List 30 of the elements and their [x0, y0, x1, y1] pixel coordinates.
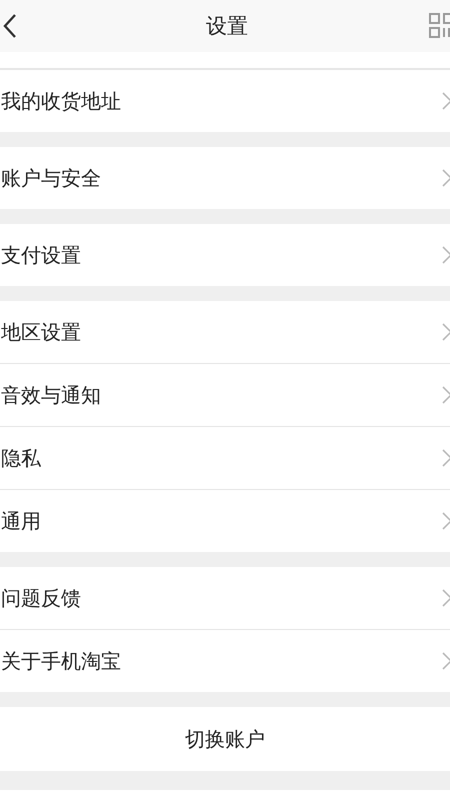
chevron-icon — [442, 91, 450, 111]
chevron-icon — [442, 448, 450, 468]
row-label: 通用 — [1, 508, 41, 534]
row-label: 账户与安全 — [1, 164, 101, 192]
settings-row[interactable]: 账户与安全 — [0, 147, 450, 209]
chevron-icon — [442, 322, 450, 342]
row-label: 地区设置 — [1, 318, 81, 346]
row-label: 关于手机淘宝 — [1, 648, 121, 674]
settings-row[interactable]: 问题反馈 — [0, 567, 450, 629]
settings-row[interactable]: 地区设置 — [0, 301, 450, 363]
page-title: 设置 — [206, 13, 248, 40]
chevron-icon — [442, 588, 450, 608]
switch-account-button[interactable]: 切换账户 — [0, 707, 450, 771]
chevron-icon — [442, 168, 450, 188]
qr-code-button[interactable] — [428, 12, 450, 40]
row-label: 我的收货地址 — [1, 88, 121, 114]
settings-row[interactable]: 通用 — [0, 489, 450, 552]
row-label: 问题反馈 — [1, 584, 81, 612]
settings-row[interactable]: 支付设置 — [0, 224, 450, 286]
chevron-icon — [442, 245, 450, 265]
row-label: 支付设置 — [1, 242, 81, 268]
settings-row[interactable]: 关于手机淘宝 — [0, 629, 450, 692]
chevron-icon — [442, 511, 450, 531]
settings-row[interactable]: 隐私 — [0, 426, 450, 489]
row-label: 隐私 — [1, 444, 41, 472]
settings-row[interactable]: 音效与通知 — [0, 363, 450, 426]
settings-row[interactable]: 我的收货地址 — [0, 70, 450, 132]
chevron-icon — [442, 651, 450, 671]
row-label: 音效与通知 — [1, 382, 101, 408]
chevron-icon — [442, 385, 450, 405]
